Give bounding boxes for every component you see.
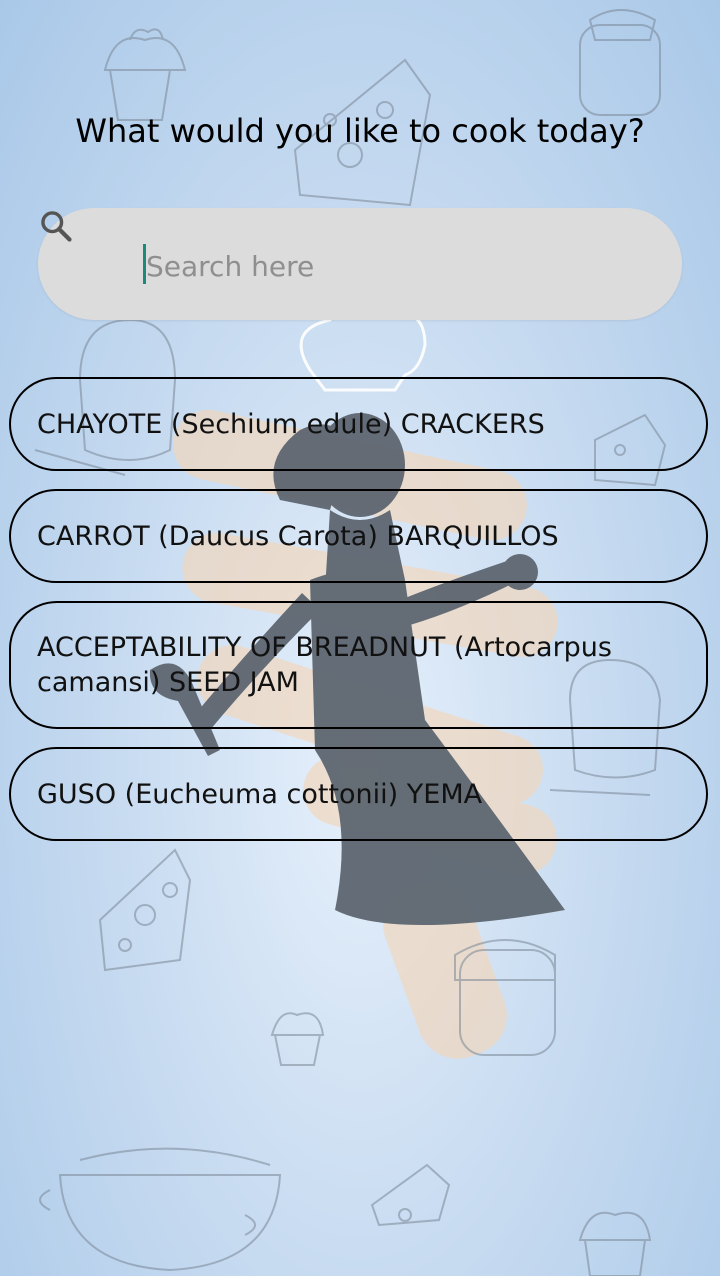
search-icon[interactable]	[38, 208, 74, 244]
recipe-label: ACCEPTABILITY OF BREADNUT (Artocarpus ca…	[37, 632, 612, 698]
recipe-label: GUSO (Eucheuma cottonii) YEMA	[37, 778, 483, 810]
page-title: What would you like to cook today?	[75, 112, 645, 150]
recipe-item-guso-yema[interactable]: GUSO (Eucheuma cottonii) YEMA	[9, 747, 708, 841]
recipe-label: CHAYOTE (Sechium edule) CRACKERS	[37, 408, 545, 440]
text-cursor	[143, 244, 146, 284]
recipe-item-chayote-crackers[interactable]: CHAYOTE (Sechium edule) CRACKERS	[9, 377, 708, 471]
search-input[interactable]	[144, 240, 648, 292]
recipe-label: CARROT (Daucus Carota) BARQUILLOS	[37, 520, 559, 552]
recipe-item-breadnut-seed-jam[interactable]: ACCEPTABILITY OF BREADNUT (Artocarpus ca…	[9, 601, 708, 729]
recipe-item-carrot-barquillos[interactable]: CARROT (Daucus Carota) BARQUILLOS	[9, 489, 708, 583]
